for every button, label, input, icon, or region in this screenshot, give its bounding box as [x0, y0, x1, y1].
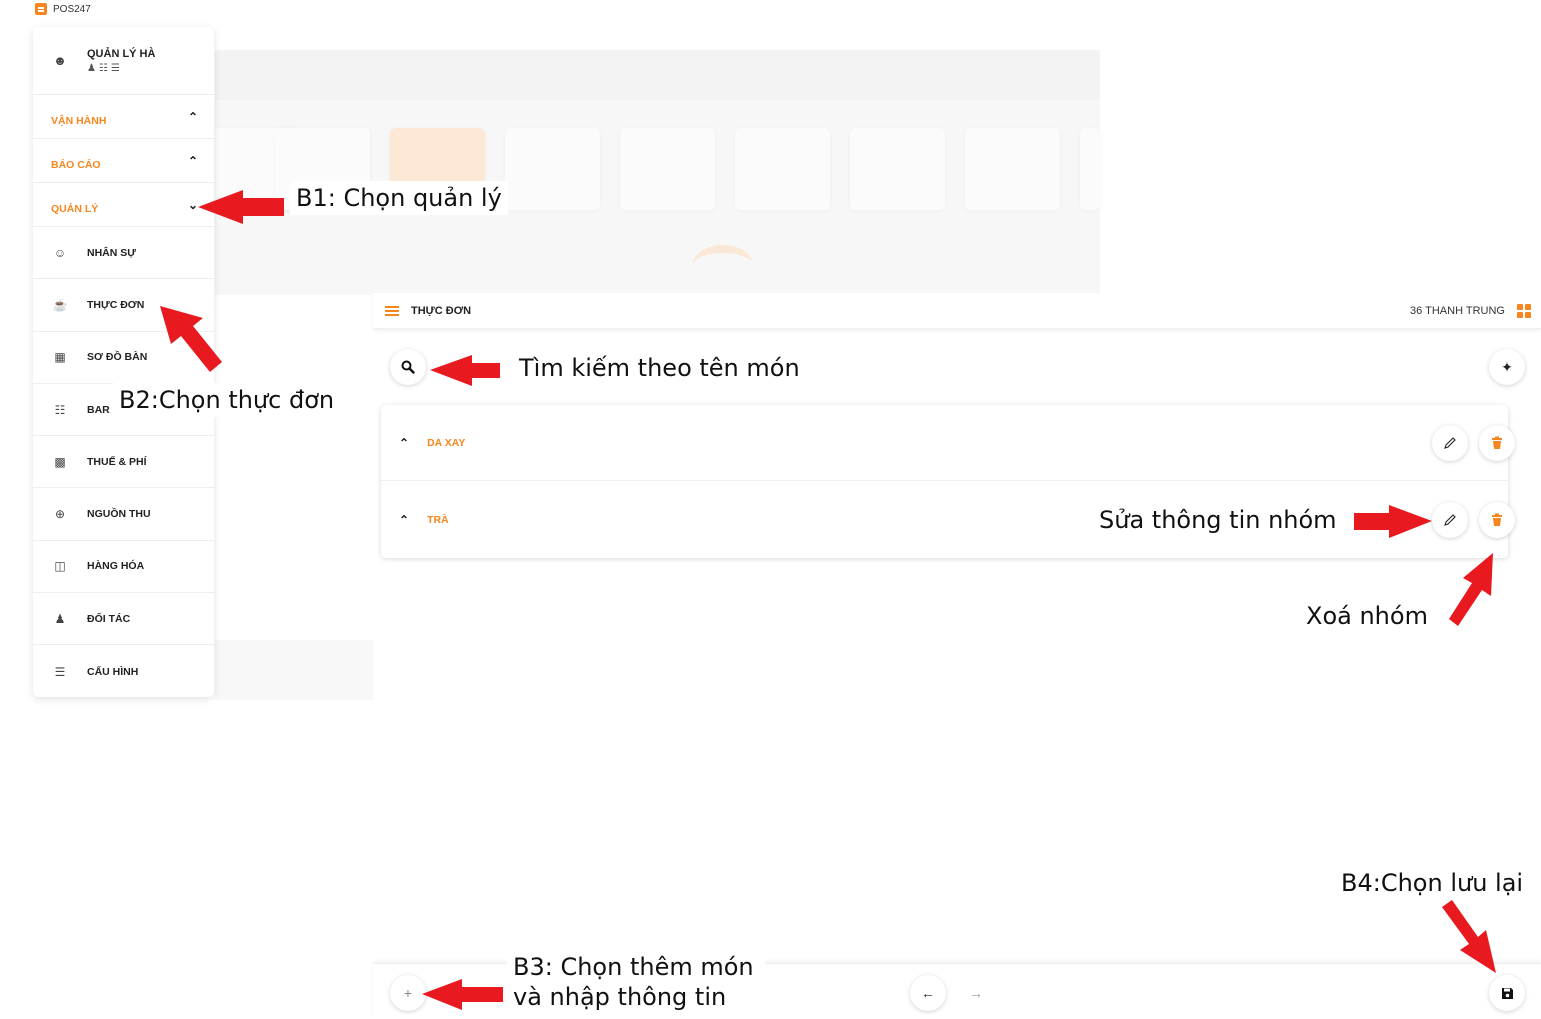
sidebar-section-bao-cao[interactable]: BÁO CÁO ⌃: [33, 139, 214, 183]
edit-group-button[interactable]: [1432, 425, 1468, 461]
background-tile: [965, 128, 1060, 210]
sidebar-item-nguon-thu[interactable]: ⊕ NGUỒN THU: [33, 488, 214, 541]
user-profile[interactable]: ☻ QUẢN LÝ HÀ ♟☷☰: [33, 27, 214, 95]
chevron-up-icon[interactable]: ⌃: [399, 436, 409, 450]
sidebar-item-label: NHÂN SỰ: [87, 246, 136, 259]
sidebar-item-label: CẤU HÌNH: [87, 665, 139, 678]
boxes-icon: ◫: [54, 559, 66, 574]
background-tile: [1080, 128, 1100, 210]
pencil-icon: [1444, 514, 1456, 526]
arrow-left-icon: ←: [921, 985, 935, 1001]
annotation-b4: B4:Chọn lưu lại: [1341, 869, 1524, 897]
group-row[interactable]: ⌃ DA XAY: [381, 405, 1515, 481]
sidebar-menu: ☻ QUẢN LÝ HÀ ♟☷☰ VẬN HÀNH ⌃ BÁO CÁO ⌃ QU…: [33, 27, 214, 697]
table-grid-icon: ▦: [54, 350, 66, 365]
app-name: POS247: [53, 3, 91, 15]
annotation-b2: B2:Chọn thực đơn: [113, 383, 341, 417]
trash-icon: [1492, 436, 1502, 449]
wifi-icon: [693, 245, 753, 285]
save-button[interactable]: [1489, 975, 1525, 1011]
delete-group-button[interactable]: [1479, 502, 1515, 538]
sidebar-item-so-do-ban[interactable]: ▦ SƠ ĐỒ BÀN: [33, 332, 214, 384]
forward-button[interactable]: →: [958, 975, 994, 1011]
grid-apps-icon[interactable]: [1517, 303, 1531, 318]
background-tile: [505, 128, 600, 210]
edit-group-button[interactable]: [1432, 502, 1468, 538]
sidebar-item-nhan-su[interactable]: ☺ NHÂN SỰ: [33, 227, 214, 280]
search-button[interactable]: [390, 349, 426, 385]
section-label: VẬN HÀNH: [51, 114, 107, 127]
sidebar-item-label: BAR: [87, 403, 110, 416]
sidebar-item-thuc-don[interactable]: ☕ THỰC ĐƠN: [33, 279, 214, 332]
top-bar: THỰC ĐƠN 36 THANH TRUNG: [373, 293, 1541, 329]
bar-icon: ☷: [54, 402, 66, 417]
arrow-right-icon: →: [969, 985, 983, 1001]
sidebar-section-van-hanh[interactable]: VẬN HÀNH ⌃: [33, 95, 214, 139]
annotation-delete: Xoá nhóm: [1300, 599, 1434, 633]
sidebar-item-doi-tac[interactable]: ♟ ĐỐI TÁC: [33, 593, 214, 646]
user-role-icons: ♟☷☰: [87, 62, 123, 74]
background-header: [215, 50, 1100, 100]
plus-icon: +: [403, 985, 413, 1001]
app-logo-icon: [35, 3, 47, 15]
chevron-up-icon: ⌃: [187, 153, 198, 168]
menu-panel: THỰC ĐƠN 36 THANH TRUNG ✦ ⌃ DA XAY ⌃ TRÀ: [373, 293, 1541, 1019]
sidebar-item-label: THỰC ĐƠN: [87, 298, 145, 311]
trash-icon: [1492, 513, 1502, 526]
chevron-down-icon: ⌄: [187, 197, 198, 212]
group-name: DA XAY: [427, 436, 466, 449]
background-screen: [205, 50, 1100, 295]
cup-icon: ☕: [52, 297, 68, 312]
sidebar-item-label: THUẾ & PHÍ: [87, 455, 147, 468]
group-name: TRÀ: [427, 514, 449, 526]
user-icon: ☻: [53, 53, 67, 68]
annotation-search: Tìm kiếm theo tên món: [513, 351, 806, 385]
section-label: BÁO CÁO: [51, 158, 101, 171]
page-title: THỰC ĐƠN: [411, 304, 472, 317]
plus-circle-icon: ⊕: [54, 507, 66, 522]
annotation-edit: Sửa thông tin nhóm: [1093, 503, 1343, 537]
ai-suggest-button[interactable]: ✦: [1489, 349, 1525, 385]
annotation-b3-line1: B3: Chọn thêm món: [513, 953, 754, 981]
sidebar-item-cau-hinh[interactable]: ☰ CẤU HÌNH: [33, 645, 214, 697]
background-tile: [735, 128, 830, 210]
chevron-up-icon: ⌃: [187, 109, 198, 124]
background-tile: [850, 128, 945, 210]
sidebar-item-label: ĐỐI TÁC: [87, 612, 131, 625]
sidebar-item-thue-phi[interactable]: ▩ THUẾ & PHÍ: [33, 436, 214, 489]
app-title: POS247: [35, 3, 91, 15]
background-screen-lower: [215, 640, 375, 700]
sidebar-section-quan-ly[interactable]: QUẢN LÝ ⌄: [33, 183, 214, 227]
people-icon: ☺: [53, 245, 67, 260]
back-button[interactable]: ←: [910, 975, 946, 1011]
search-icon: [401, 360, 415, 374]
chevron-up-icon[interactable]: ⌃: [399, 513, 409, 527]
delete-group-button[interactable]: [1479, 425, 1515, 461]
sidebar-item-label: HÀNG HÓA: [87, 560, 145, 573]
annotation-b1: B1: Chọn quản lý: [290, 181, 508, 215]
annotation-b3-line2: và nhập thông tin: [513, 983, 727, 1011]
sidebar-item-label: SƠ ĐỒ BÀN: [87, 351, 148, 364]
add-item-button[interactable]: +: [390, 975, 426, 1011]
annotation-b3: B3: Chọn thêm món và nhập thông tin: [507, 950, 765, 1014]
save-icon: [1501, 987, 1513, 999]
sliders-icon: ☰: [54, 664, 66, 679]
pencil-icon: [1444, 437, 1456, 449]
partner-icon: ♟: [54, 611, 66, 626]
hamburger-menu-icon[interactable]: [385, 305, 399, 316]
sidebar-item-hang-hoa[interactable]: ◫ HÀNG HÓA: [33, 541, 214, 594]
background-tile: [620, 128, 715, 210]
sidebar-item-label: NGUỒN THU: [87, 508, 151, 521]
sparkle-icon: ✦: [1501, 358, 1513, 375]
section-label: QUẢN LÝ: [51, 202, 99, 215]
store-name[interactable]: 36 THANH TRUNG: [1410, 305, 1505, 317]
invoice-icon: ▩: [54, 454, 66, 469]
user-name: QUẢN LÝ HÀ: [87, 47, 156, 60]
